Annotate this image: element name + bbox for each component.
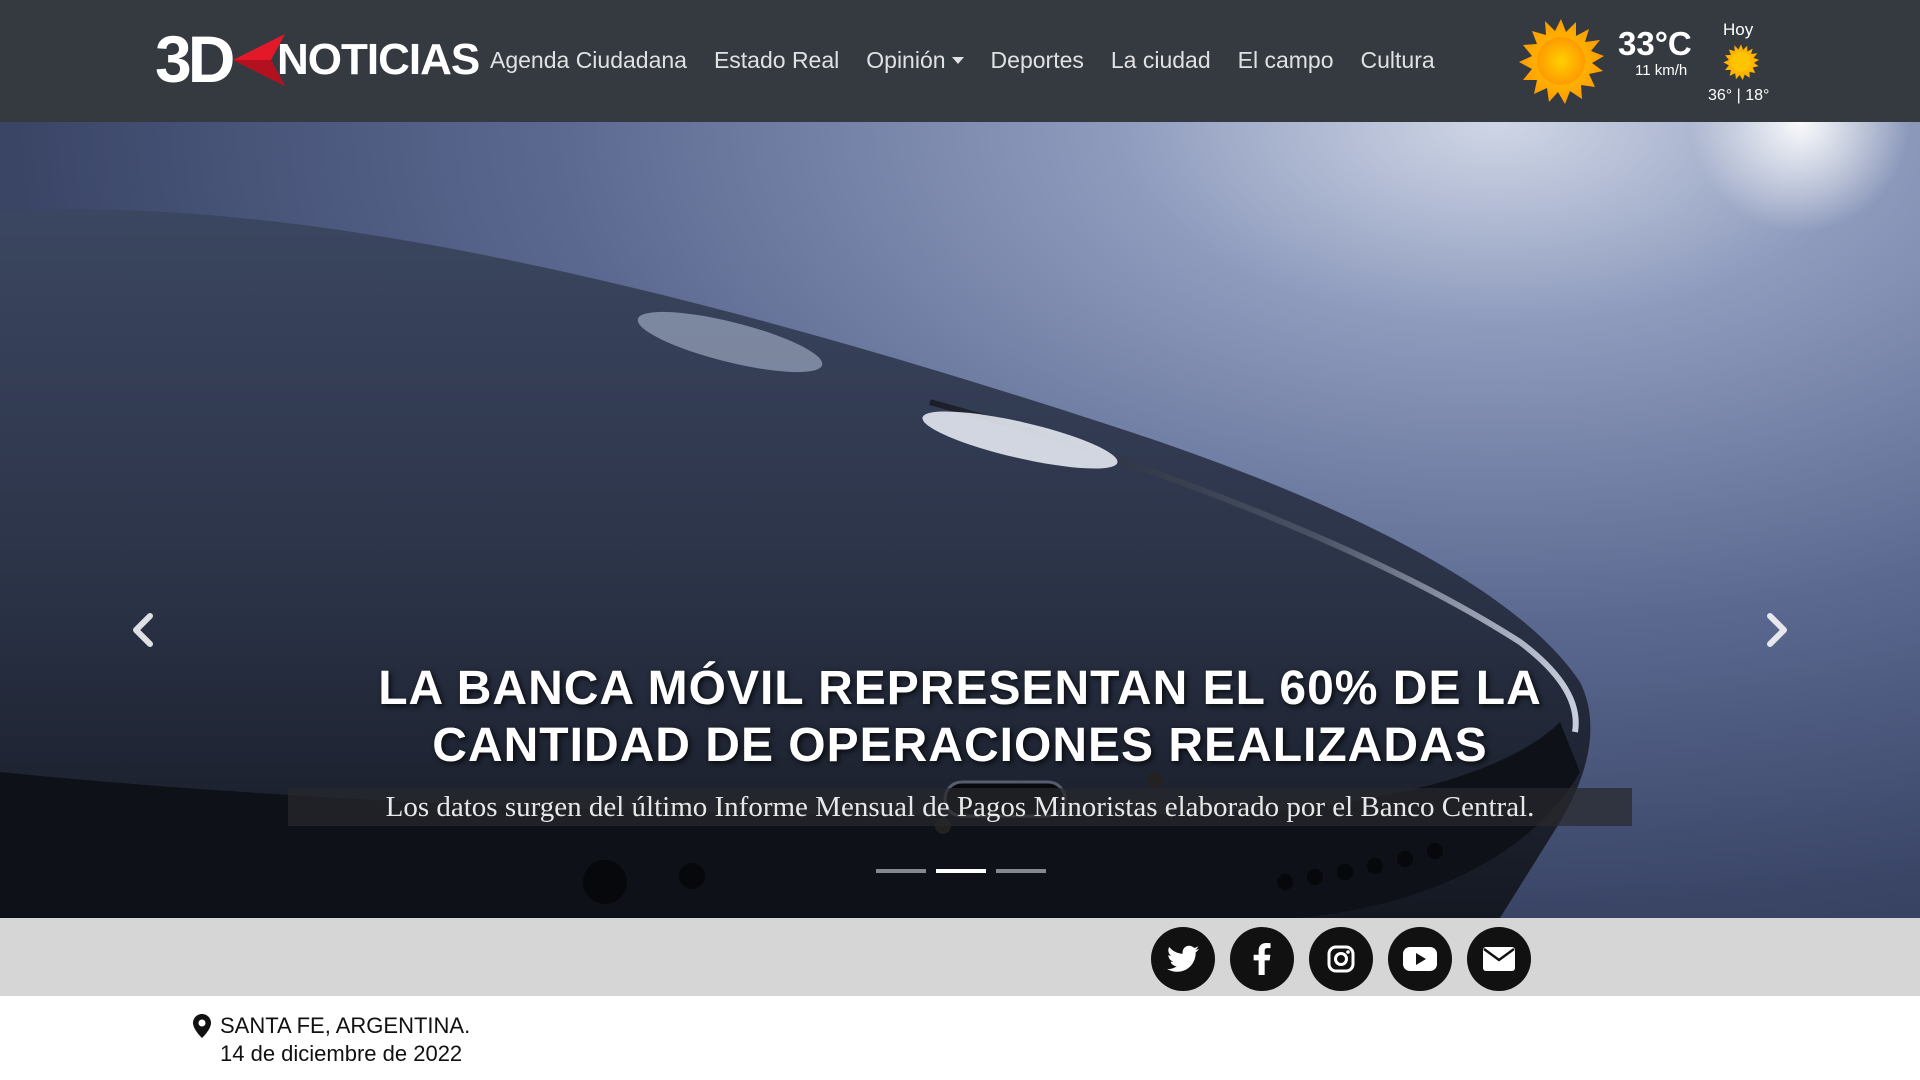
carousel-prev-button[interactable] [124,610,164,650]
current-date: 14 de diciembre de 2022 [220,1041,463,1066]
social-icons [1151,927,1546,991]
youtube-button[interactable] [1388,927,1452,991]
youtube-icon [1403,947,1437,971]
instagram-button[interactable] [1309,927,1373,991]
nav-cultura[interactable]: Cultura [1361,44,1435,76]
hero-carousel[interactable]: LA BANCA MÓVIL REPRESENTAN EL 60% DE LA … [0,122,1920,918]
chevron-down-icon [951,57,964,64]
email-button[interactable] [1467,927,1531,991]
nav-estado-real[interactable]: Estado Real [714,44,839,76]
location-place: SANTA FE, ARGENTINA. [220,1013,471,1038]
weather-wind: 11 km/h [1635,62,1688,79]
carousel-indicator-1[interactable] [876,869,926,873]
carousel-indicator-2[interactable] [936,869,986,873]
carousel-next-button[interactable] [1756,610,1796,650]
envelope-icon [1483,947,1515,971]
social-bar [0,918,1920,996]
nav-el-campo[interactable]: El campo [1238,44,1334,76]
twitter-button[interactable] [1151,927,1215,991]
weather-today-label: Hoy [1723,20,1754,39]
hero-subtitle-box: Los datos surgen del último Informe Mens… [288,788,1632,826]
sun-icon [1519,19,1604,104]
facebook-button[interactable] [1230,927,1294,991]
nav-agenda-ciudadana[interactable]: Agenda Ciudadana [490,44,687,76]
chevron-left-icon [133,613,153,647]
facebook-icon [1253,943,1271,975]
chevron-right-icon [1767,613,1787,647]
sun-icon [1723,44,1759,80]
twitter-icon [1167,945,1199,972]
map-pin-icon [193,1014,211,1038]
nav-deportes[interactable]: Deportes [991,44,1084,76]
nav-la-ciudad[interactable]: La ciudad [1111,44,1211,76]
logo-noticias-text: NOTICIAS [277,35,480,84]
logo-3d-text: 3D [155,22,235,96]
carousel-indicator-3[interactable] [996,869,1046,873]
hero-headline[interactable]: LA BANCA MÓVIL REPRESENTAN EL 60% DE LA … [260,660,1660,774]
weather-today-range: 36° | 18° [1708,87,1770,104]
nav-opinion-dropdown[interactable]: Opinión [866,44,964,76]
top-navbar: 3D NOTICIAS Agenda Ciudadana Estado Real… [0,0,1920,122]
instagram-icon [1327,945,1355,973]
hero-subtitle: Los datos surgen del último Informe Mens… [385,791,1535,823]
main-nav: Agenda Ciudadana Estado Real Opinión Dep… [490,44,1462,76]
weather-temperature: 33°C [1618,25,1692,62]
site-logo[interactable]: 3D NOTICIAS [155,26,480,92]
carousel-indicators [876,869,1056,873]
nav-opinion-label: Opinión [866,47,946,73]
